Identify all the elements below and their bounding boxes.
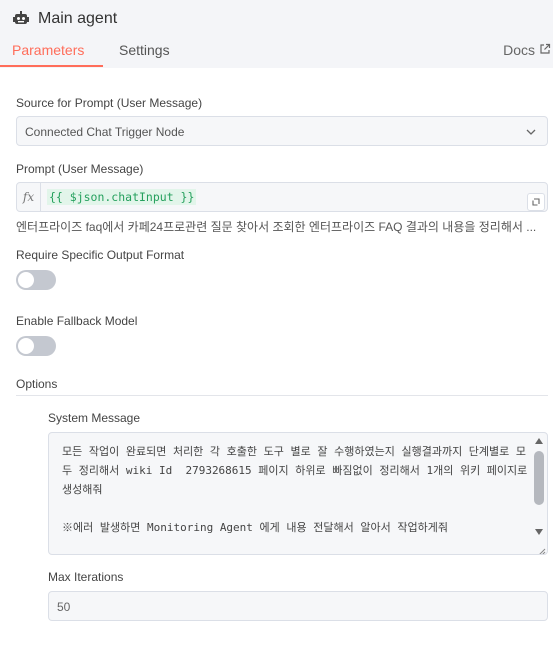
fallback-label: Enable Fallback Model — [16, 314, 138, 328]
max-iterations-value: 50 — [57, 600, 71, 614]
docs-label: Docs — [503, 42, 535, 58]
robot-icon — [12, 10, 30, 28]
fallback-toggle[interactable] — [16, 336, 56, 356]
external-link-icon — [539, 42, 551, 58]
tab-parameters[interactable]: Parameters — [12, 42, 84, 58]
options-divider — [16, 395, 548, 396]
node-header: Main agent Parameters Settings Docs — [0, 0, 553, 68]
prompt-result-preview: 엔터프라이즈 faq에서 카페24프로관련 질문 찾아서 조회한 엔터프라이즈 … — [16, 220, 537, 234]
source-value: Connected Chat Trigger Node — [25, 125, 185, 139]
max-iterations-label: Max Iterations — [48, 570, 124, 584]
toggle-knob — [18, 272, 34, 288]
scroll-up-icon[interactable] — [535, 438, 543, 444]
expand-editor-button[interactable] — [527, 193, 545, 211]
prompt-expression-input[interactable]: fx {{ $json.chatInput }} — [16, 182, 548, 212]
system-message-label: System Message — [48, 411, 141, 425]
textarea-scrollbar[interactable] — [531, 433, 547, 554]
require-output-label: Require Specific Output Format — [16, 248, 185, 262]
fx-icon: fx — [17, 183, 41, 211]
require-output-toggle[interactable] — [16, 270, 56, 290]
node-title: Main agent — [38, 10, 118, 27]
chevron-down-icon — [525, 126, 537, 138]
active-tab-indicator — [0, 65, 103, 67]
system-message-text: 모든 작업이 완료되면 처리한 각 호출한 도구 별로 잘 수행하였는지 실행결… — [62, 445, 528, 534]
toggle-knob — [18, 338, 34, 354]
tab-settings[interactable]: Settings — [119, 42, 170, 58]
scroll-thumb[interactable] — [534, 451, 544, 505]
prompt-label: Prompt (User Message) — [16, 162, 144, 176]
source-label: Source for Prompt (User Message) — [16, 96, 203, 110]
options-heading: Options — [16, 377, 58, 391]
title-row: Main agent — [12, 8, 117, 30]
scroll-down-icon[interactable] — [535, 529, 543, 535]
system-message-textarea[interactable]: 모든 작업이 완료되면 처리한 각 호출한 도구 별로 잘 수행하였는지 실행결… — [48, 432, 548, 555]
tab-bar: Parameters Settings Docs — [0, 38, 553, 68]
source-select[interactable]: Connected Chat Trigger Node — [16, 116, 548, 146]
resize-handle-icon[interactable] — [536, 543, 546, 554]
max-iterations-input[interactable]: 50 — [48, 591, 548, 621]
docs-link[interactable]: Docs — [503, 42, 551, 58]
prompt-expression: {{ $json.chatInput }} — [47, 189, 197, 205]
